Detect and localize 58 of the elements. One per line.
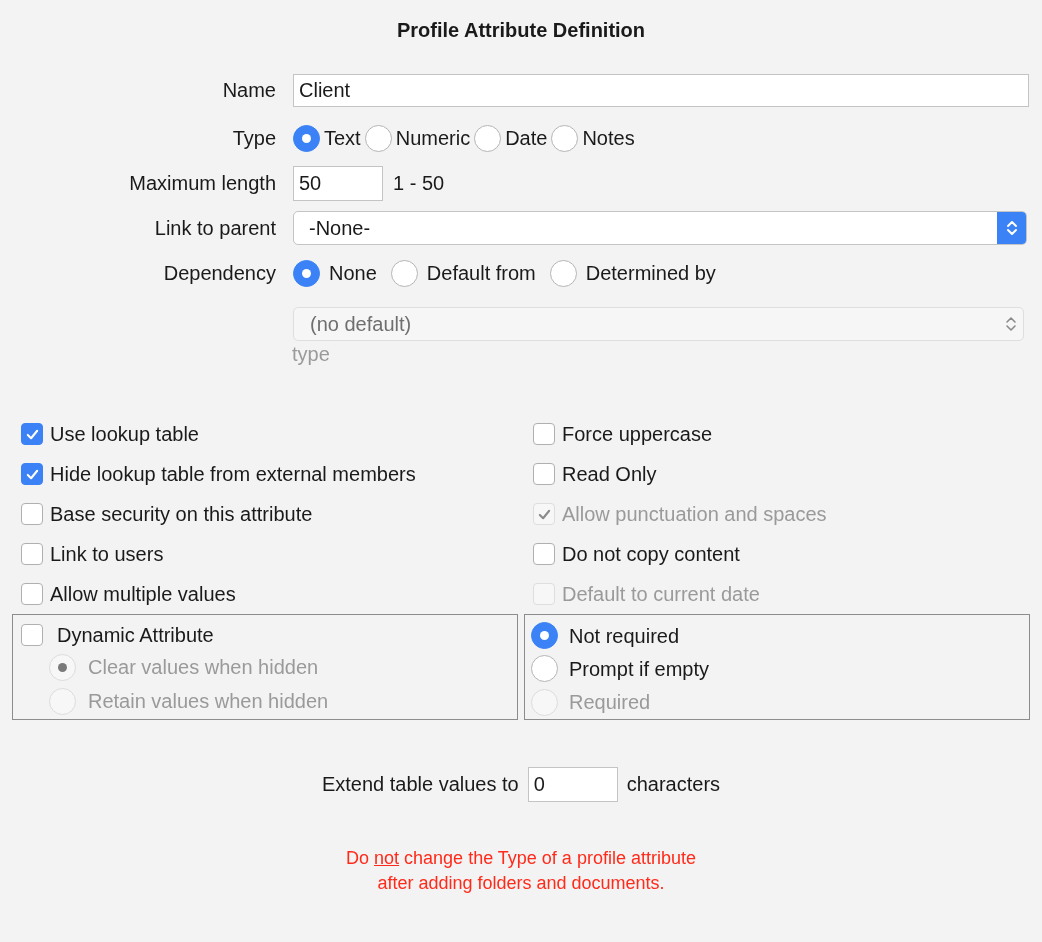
option-label: Allow punctuation and spaces <box>562 502 827 527</box>
radio-button[interactable] <box>531 622 558 650</box>
option-label: Not required <box>569 623 680 649</box>
option-label: Clear values when hidden <box>88 655 319 680</box>
option-label: Use lookup table <box>50 422 199 447</box>
checkbox[interactable] <box>21 543 43 565</box>
checkbox[interactable] <box>21 583 43 605</box>
option-label: Date <box>505 126 548 151</box>
option-label: Prompt if empty <box>569 657 710 682</box>
radio-button[interactable] <box>531 655 558 683</box>
field-label: Name <box>222 78 276 103</box>
field-label: Maximum length <box>129 171 276 196</box>
option-label: Hide lookup table from external members <box>50 462 416 487</box>
option-label: Read Only <box>562 462 657 487</box>
name-field[interactable]: Client <box>293 73 1029 107</box>
checkbox[interactable] <box>533 423 555 445</box>
hint-text: type <box>292 342 330 367</box>
checkbox[interactable] <box>21 624 43 646</box>
radio-button[interactable] <box>551 124 579 152</box>
max-length-field[interactable]: 50 <box>293 165 383 201</box>
option-label: Required <box>569 690 651 716</box>
extend-label: Extend table values to <box>321 772 519 797</box>
option-label: Default from <box>426 261 536 286</box>
extend-field[interactable]: 0 <box>527 766 618 802</box>
parent-select[interactable]: -None- <box>293 211 1027 245</box>
option-label: Default to current date <box>562 582 760 607</box>
option-label: Numeric <box>395 126 471 151</box>
stepper-icon <box>997 212 1026 244</box>
checkbox[interactable] <box>21 423 43 445</box>
option-label: Dynamic Attribute <box>57 623 214 648</box>
radio-button[interactable] <box>390 259 418 287</box>
stepper-icon <box>1005 314 1017 334</box>
option-label: Link to users <box>50 542 164 567</box>
radio-button[interactable] <box>474 124 502 152</box>
option-label: Retain values when hidden <box>88 689 329 714</box>
option-label: None <box>329 261 377 286</box>
field-label: Type <box>232 126 276 151</box>
checkbox[interactable] <box>533 463 555 485</box>
option-label: Base security on this attribute <box>50 502 313 527</box>
option-label: Do not copy content <box>562 542 740 567</box>
option-label: Notes <box>582 126 635 151</box>
warning-text: Do not change the Type of a profile attribute after adding folders and documents. <box>346 847 696 895</box>
field-label: Link to parent <box>154 216 276 241</box>
checkbox[interactable] <box>21 463 43 485</box>
checkbox[interactable] <box>21 503 43 525</box>
range-hint: 1 - 50 <box>393 171 445 196</box>
radio-button[interactable] <box>549 259 577 287</box>
radio-button[interactable] <box>293 124 320 152</box>
radio-button[interactable] <box>364 124 392 152</box>
option-label: Force uppercase <box>562 422 713 447</box>
option-label: Determined by <box>585 261 716 286</box>
option-label: Text <box>324 126 361 151</box>
option-label: Allow multiple values <box>50 582 236 607</box>
radio-button[interactable] <box>293 259 320 287</box>
checkbox[interactable] <box>533 543 555 565</box>
field-label: Dependency <box>163 261 276 286</box>
dialog-title: Profile Attribute Definition <box>396 18 646 43</box>
characters-label: characters <box>626 772 721 797</box>
